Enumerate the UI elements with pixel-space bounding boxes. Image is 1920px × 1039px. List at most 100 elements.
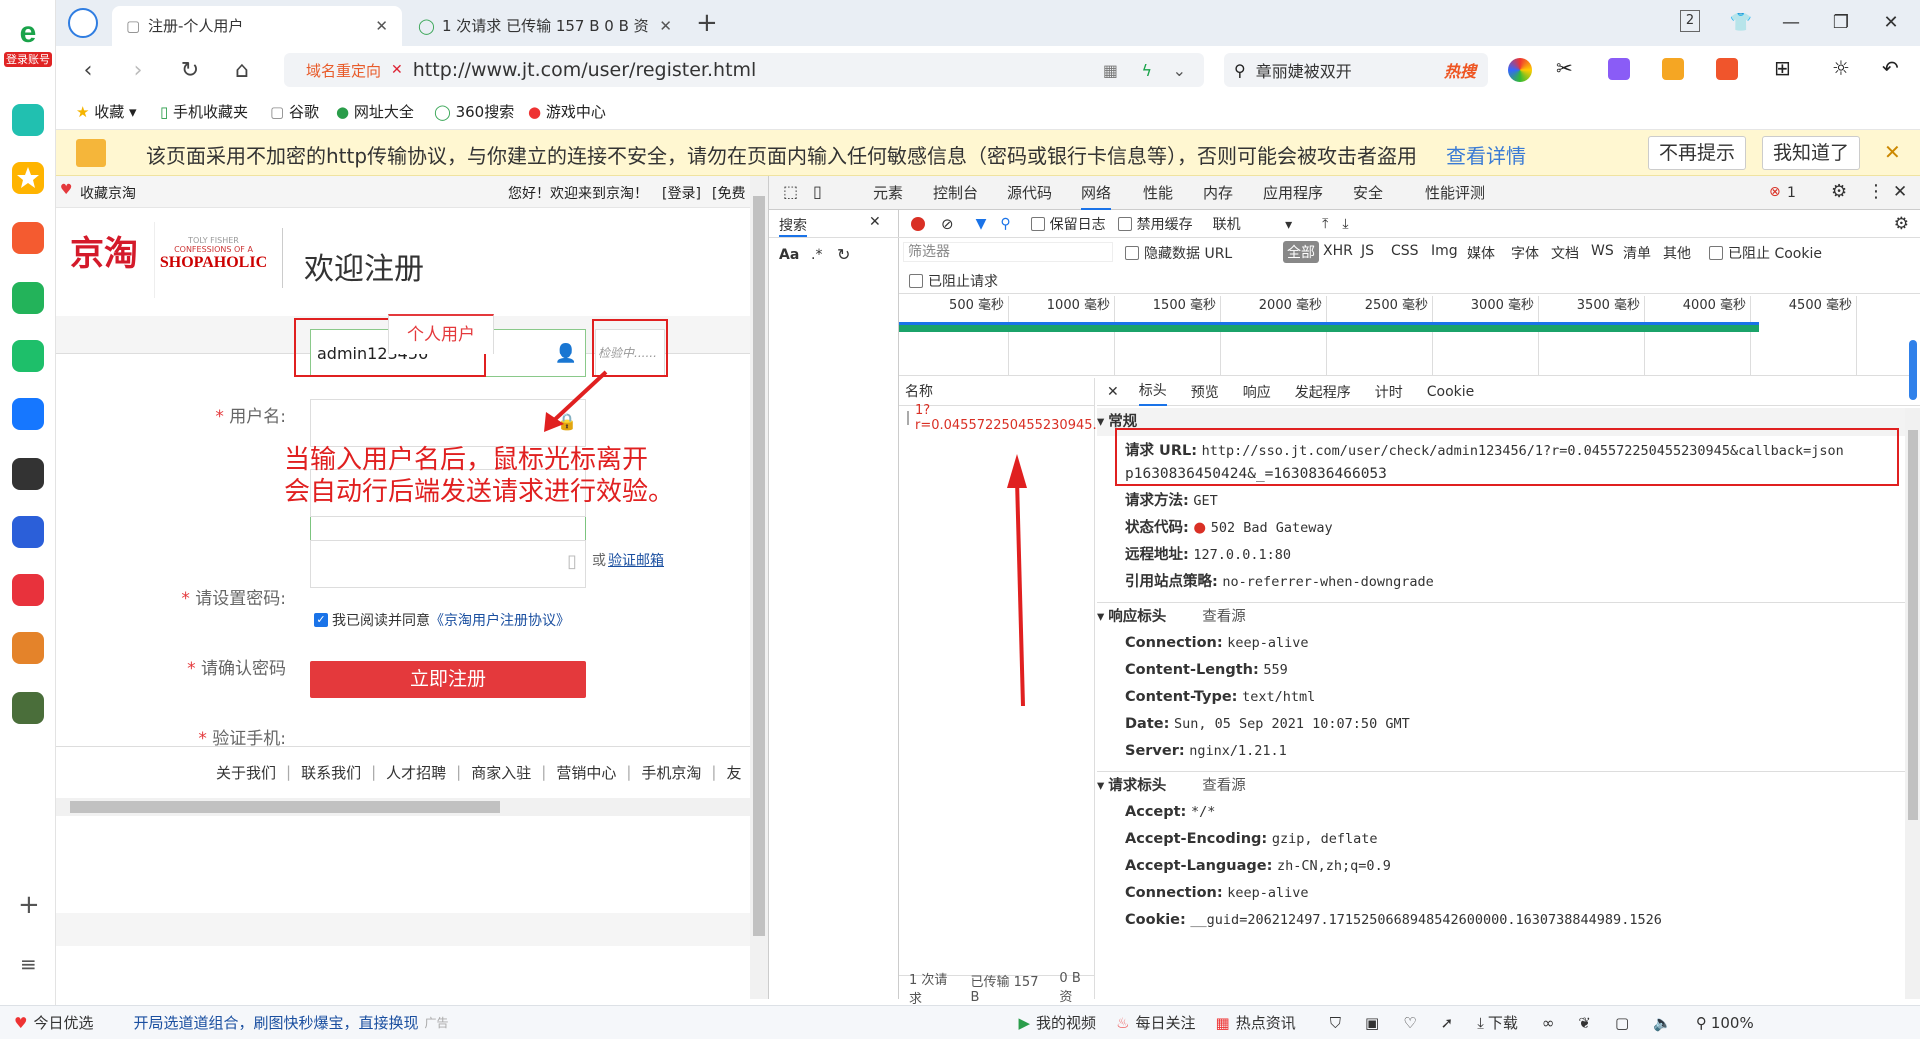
details-scrollbar[interactable] [1905, 408, 1920, 999]
footer-link[interactable]: 人才招聘 [386, 762, 446, 783]
menu-icon[interactable]: ≡ [20, 952, 37, 976]
shield-icon[interactable] [1662, 58, 1684, 80]
request-headers-section[interactable]: ▾ 请求标头 查看源 [1097, 771, 1905, 799]
tab-response[interactable]: 响应 [1243, 382, 1271, 402]
close-tab-icon[interactable]: ✕ [375, 6, 388, 46]
search-input[interactable]: 章丽婕被双开 [1256, 58, 1352, 82]
today-picks[interactable]: 今日优选 [33, 1012, 93, 1033]
refresh-search-icon[interactable]: ↻ [837, 245, 850, 264]
close-window-icon[interactable]: ✕ [1876, 10, 1906, 36]
record-icon[interactable] [911, 216, 925, 231]
shop-app-icon[interactable] [12, 574, 44, 606]
hide-data-url-checkbox[interactable]: 隐藏数据 URL [1125, 243, 1232, 263]
filter-media[interactable]: 媒体 [1467, 243, 1495, 263]
tab-initiator[interactable]: 发起程序 [1295, 382, 1351, 402]
cloud-app-icon[interactable] [12, 340, 44, 372]
search-box[interactable]: ⚲ 章丽婕被双开 热搜 [1224, 53, 1488, 87]
agree-checkbox[interactable]: ✓ [314, 613, 328, 627]
verify-email-link[interactable]: 验证邮箱 [608, 550, 664, 570]
weibo-icon[interactable] [12, 222, 44, 254]
disable-cache-checkbox[interactable]: 禁用缓存 [1117, 214, 1193, 234]
game-icon[interactable] [1716, 58, 1738, 80]
clear-icon[interactable]: ⊘ [941, 215, 954, 233]
throttle-select[interactable]: 联机 ▾ [1213, 214, 1292, 234]
add-icon[interactable]: + [18, 890, 40, 920]
filter-img[interactable]: Img [1431, 243, 1458, 259]
register-link[interactable]: [免费 [712, 183, 745, 203]
bookmark-favorites[interactable]: ★ 收藏 ▾ [76, 94, 137, 130]
insecure-icon[interactable]: ✕ [391, 62, 403, 78]
favorite-link[interactable]: 收藏京淘 [80, 183, 136, 203]
tab-headers[interactable]: 标头 [1138, 378, 1167, 406]
bookmark-mobile[interactable]: ▯ 手机收藏夹 [160, 94, 248, 130]
view-source-link[interactable]: 查看源 [1202, 609, 1246, 625]
download-icon[interactable]: ⤓ [1477, 1014, 1484, 1032]
url-text[interactable]: http://www.jt.com/user/register.html [413, 59, 757, 81]
got-it-button[interactable]: 我知道了 [1762, 136, 1861, 170]
grid-icon[interactable]: ⊞ [1774, 56, 1791, 80]
mail-icon[interactable] [12, 282, 44, 314]
forward-icon[interactable]: › [122, 56, 154, 86]
zoom-icon[interactable]: ⚲ [1696, 1014, 1707, 1032]
game3-app-icon[interactable] [12, 692, 44, 724]
tab-lighthouse[interactable]: 性能评测 [1425, 176, 1485, 210]
qrcode-icon[interactable]: ▦ [1103, 61, 1118, 80]
sound-icon[interactable]: 🔈 [1653, 1014, 1672, 1032]
tab-cookie[interactable]: Cookie [1427, 384, 1475, 400]
my-video[interactable]: 我的视频 [1036, 1012, 1096, 1033]
filter-doc[interactable]: 文档 [1551, 243, 1579, 263]
tab-devtools[interactable]: ◯ 1 次请求 已传输 157 B 0 B 资 ✕ [406, 6, 686, 46]
undo-icon[interactable]: ↶ [1882, 56, 1899, 80]
blocked-requests-checkbox[interactable]: 已阻止请求 [909, 271, 998, 291]
footer-link[interactable]: 手机京淘 [641, 762, 701, 783]
tab-security[interactable]: 安全 [1353, 176, 1383, 210]
filter-ws[interactable]: WS [1591, 243, 1614, 259]
footer-link[interactable]: 友 [726, 762, 741, 783]
game-app-icon[interactable] [12, 458, 44, 490]
security-icon[interactable]: ⛉ [1330, 1014, 1341, 1032]
bookmark-360[interactable]: ◯ 360搜索 [434, 94, 514, 130]
agreement-link[interactable]: 《京淘用户注册协议》 [430, 610, 570, 630]
request-name[interactable]: 1?r=0.045572250455230945... [915, 403, 1105, 433]
shirt-icon[interactable]: 👕 [1726, 10, 1756, 36]
game2-app-icon[interactable] [12, 632, 44, 664]
app-icon-1[interactable] [12, 104, 44, 136]
rocket-icon[interactable]: ➚ [1441, 1014, 1454, 1032]
device-icon[interactable]: ▯ [813, 182, 822, 201]
search-icon[interactable]: ⚲ [1000, 216, 1010, 232]
refresh-icon[interactable]: ↻ [174, 56, 206, 86]
tab-preview[interactable]: 预览 [1191, 382, 1219, 402]
site-logo[interactable]: 京淘 [70, 226, 138, 275]
no-remind-button[interactable]: 不再提示 [1648, 136, 1747, 170]
image-icon[interactable]: ▣ [1365, 1014, 1379, 1032]
browser-logo[interactable]: e 登录账号 [4, 16, 52, 76]
tab-network[interactable]: 网络 [1081, 176, 1112, 210]
hot-news[interactable]: 热点资讯 [1236, 1012, 1296, 1033]
back-icon[interactable]: ‹ [72, 56, 104, 86]
network-settings-icon[interactable]: ⚙ [1894, 214, 1909, 234]
health-icon[interactable]: ♡ [1403, 1014, 1416, 1032]
details-link[interactable]: 查看详情 [1446, 140, 1526, 169]
redirect-label[interactable]: 域名重定向 [306, 60, 381, 81]
blocked-cookies-checkbox[interactable]: 已阻止 Cookie [1709, 243, 1822, 263]
tab-register[interactable]: ▢ 注册-个人用户 ✕ [112, 6, 402, 46]
daily-focus[interactable]: 每日关注 [1136, 1012, 1196, 1033]
page-vertical-scrollbar[interactable] [750, 176, 768, 999]
minimize-icon[interactable]: — [1776, 10, 1806, 36]
view-source-link[interactable]: 查看源 [1202, 778, 1246, 794]
search-tab[interactable]: 搜索 [779, 215, 807, 237]
window-icon[interactable]: ▢ [1615, 1014, 1629, 1032]
filter-js[interactable]: JS [1361, 243, 1374, 259]
response-headers-section[interactable]: ▾ 响应标头 查看源 [1097, 602, 1905, 630]
tab-count[interactable]: 2 [1680, 10, 1700, 32]
import-icon[interactable]: ⤒ [1322, 216, 1328, 232]
error-icon[interactable]: ⊗ [1769, 184, 1781, 200]
theme-icon[interactable]: ☼ [1832, 56, 1850, 80]
register-button[interactable]: 立即注册 [310, 661, 586, 698]
close-banner-icon[interactable]: ✕ [1884, 140, 1901, 164]
tab-performance[interactable]: 性能 [1143, 176, 1173, 210]
bookmark-games[interactable]: ● 游戏中心 [528, 94, 606, 130]
leaf-icon[interactable]: ❦ [1578, 1014, 1591, 1032]
inspect-icon[interactable]: ⬚ [783, 182, 798, 201]
match-case-toggle[interactable]: Aa [779, 247, 799, 263]
